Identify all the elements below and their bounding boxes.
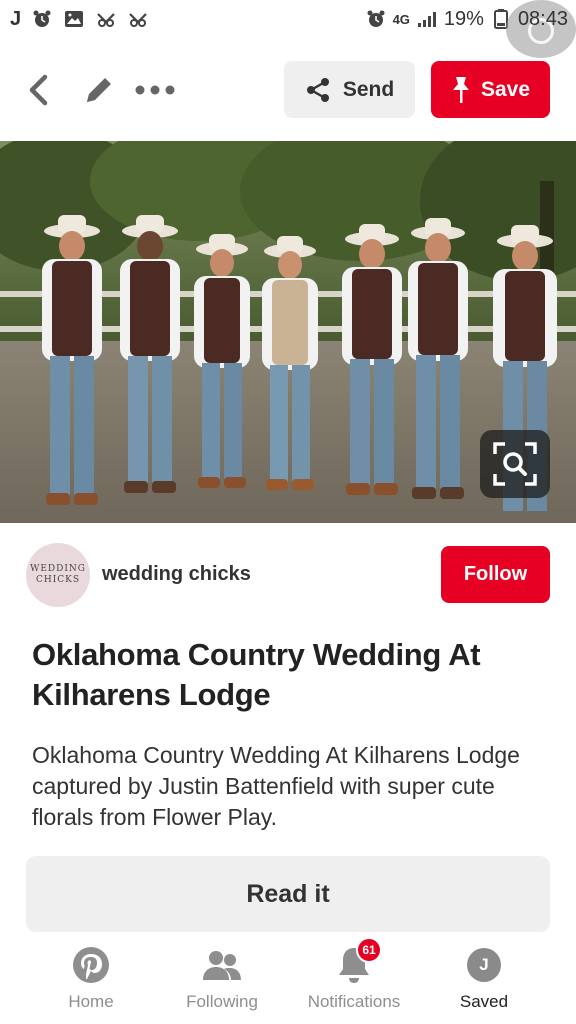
battery-percent: 19% (443, 7, 484, 30)
visual-search-button[interactable] (480, 430, 550, 498)
status-bar-left: J (10, 8, 149, 31)
send-label: Send (342, 77, 395, 101)
nav-home[interactable]: Home (21, 945, 161, 1021)
people-icon (202, 945, 242, 985)
nav-saved-label: Saved (459, 992, 509, 1011)
visual-search-icon (493, 442, 537, 486)
creator-avatar[interactable]: WEDDING CHICKS (26, 543, 90, 607)
nav-notifications-label: Notifications (307, 992, 401, 1011)
profile-avatar-letter: J (467, 948, 501, 982)
status-bar-right: 4G 19% 08:43 (365, 8, 568, 31)
send-button[interactable]: Send (284, 61, 415, 118)
network-label: 4G (392, 11, 410, 27)
profile-avatar-icon: J (464, 945, 504, 985)
voicemail-icon (95, 9, 117, 29)
nav-following[interactable]: Following (152, 945, 292, 1021)
avatar-text-line2: CHICKS (35, 575, 81, 585)
clock: 08:43 (517, 7, 568, 30)
bell-icon: 61 (334, 937, 382, 985)
follow-button[interactable]: Follow (441, 546, 550, 603)
status-bar: J 4G 19% 08:43 (0, 0, 576, 58)
share-icon (306, 77, 329, 102)
pin-title: Oklahoma Country Wedding At Kilharens Lo… (32, 637, 481, 712)
save-label: Save (480, 77, 531, 101)
more-dots-icon (135, 85, 175, 95)
pin-description: Oklahoma Country Wedding At Kilharens Lo… (32, 742, 520, 830)
4g-signal-icon (416, 9, 438, 29)
edit-button[interactable] (80, 70, 118, 110)
voicemail-icon (127, 9, 149, 29)
back-button[interactable] (20, 70, 56, 110)
image-icon (63, 9, 85, 29)
alarm-icon (365, 9, 387, 29)
pinterest-icon (71, 945, 111, 985)
bottom-nav: Home Following 61 Notifications J Saved (0, 935, 576, 1024)
nav-home-label: Home (68, 992, 114, 1011)
avatar-text-line1: WEDDING (30, 564, 86, 574)
pencil-icon (87, 78, 111, 102)
creator-name[interactable]: wedding chicks (102, 563, 251, 586)
status-letter: J (10, 7, 22, 30)
nav-saved[interactable]: J Saved (414, 945, 554, 1021)
nav-notifications[interactable]: 61 Notifications (284, 937, 424, 1021)
pin-toolbar: Send Save (0, 60, 576, 118)
chevron-left-icon (29, 74, 48, 106)
pushpin-icon (452, 76, 469, 103)
read-it-button[interactable]: Read it (26, 856, 550, 932)
alarm-icon (31, 9, 53, 29)
pin-image[interactable] (0, 141, 576, 523)
creator-row: WEDDING CHICKS wedding chicks Follow (0, 543, 576, 607)
nav-following-label: Following (186, 992, 258, 1011)
notifications-badge: 61 (356, 937, 382, 963)
save-button[interactable]: Save (431, 61, 550, 118)
more-options-button[interactable] (132, 70, 178, 110)
